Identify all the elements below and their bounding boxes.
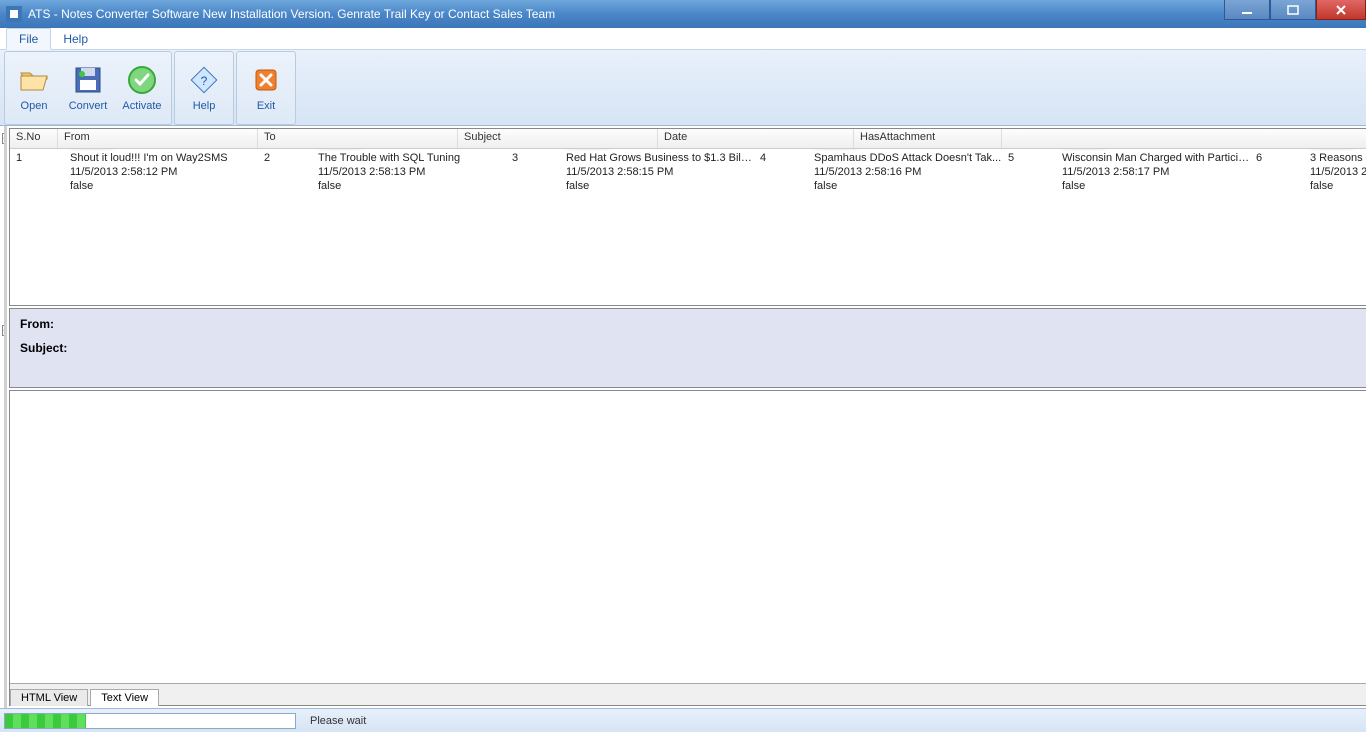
tab-text-view[interactable]: Text View (90, 689, 159, 706)
email-list-header[interactable]: S.No From To Subject Date HasAttachment (10, 129, 1366, 149)
cell-sno: 6 (1250, 151, 1298, 165)
main-area: −ATS - Notes Converter SoftwareTrashSent… (0, 126, 1366, 708)
cell-date: 11/5/2013 2:58:15 PM (560, 165, 754, 179)
email-row[interactable]: 2"Database Daily" redactedThe Trouble wi… (258, 149, 1366, 166)
cell-sno: 1 (10, 151, 58, 165)
col-sno[interactable]: S.No (10, 129, 58, 148)
cell-from: "IT News Daily" redactedSpamhaus DDoS At… (802, 149, 1002, 194)
convert-button[interactable]: Convert (61, 54, 115, 122)
view-tabs: HTML View Text View (10, 683, 1366, 705)
cell-sno: 3 (506, 151, 554, 165)
col-from[interactable]: From (58, 129, 258, 148)
menu-file[interactable]: File (6, 28, 51, 50)
cell-date: 11/5/2013 2:58:17 PM (1056, 165, 1250, 179)
cell-subject: 3 Reasons Businesses Stop Growing (1304, 151, 1366, 165)
status-bar: Please wait (0, 708, 1366, 732)
menu-bar: File Help (0, 28, 1366, 50)
status-text: Please wait (310, 715, 366, 727)
help-button[interactable]: ? Help (177, 54, 231, 122)
cell-sno: 2 (258, 151, 306, 165)
col-date[interactable]: Date (658, 129, 854, 148)
ribbon-toolbar: Open Convert Activate ? Help Exit (0, 50, 1366, 126)
help-diamond-icon: ? (188, 64, 220, 96)
open-label: Open (21, 100, 48, 112)
svg-text:?: ? (201, 74, 208, 88)
cell-att: false (560, 179, 708, 193)
cell-to: redacted (64, 149, 258, 151)
cell-to: redacted (1304, 149, 1366, 151)
col-subject[interactable]: Subject (458, 129, 658, 148)
cell-to: redacted (560, 149, 754, 151)
open-button[interactable]: Open (7, 54, 61, 122)
body-content[interactable] (10, 391, 1366, 683)
convert-label: Convert (69, 100, 108, 112)
cell-subject: Wisconsin Man Charged with Particip... (1056, 151, 1250, 165)
folder-tree-sidebar[interactable]: −ATS - Notes Converter SoftwareTrashSent… (0, 126, 7, 708)
cell-att: false (1304, 179, 1366, 193)
cell-sno: 4 (754, 151, 802, 165)
body-viewer: HTML View Text View (9, 390, 1366, 706)
cell-subject: The Trouble with SQL Tuning (312, 151, 506, 165)
preview-subject-label: Subject: (20, 341, 67, 355)
progress-bar (4, 713, 296, 729)
cell-sno: 5 (1002, 151, 1050, 165)
preview-header: From: Date: Subject: (9, 308, 1366, 388)
cell-date: 11/5/2013 2:58:18 PM (1304, 165, 1366, 179)
progress-fill (5, 714, 86, 728)
exit-label: Exit (257, 100, 275, 112)
cell-date: 11/5/2013 2:58:12 PM (64, 165, 258, 179)
col-to[interactable]: To (258, 129, 458, 148)
email-row[interactable]: 4"IT News Daily" redactedSpamhaus DDoS A… (754, 149, 1366, 166)
menu-help[interactable]: Help (51, 28, 100, 49)
cell-subject: Spamhaus DDoS Attack Doesn't Tak... (808, 151, 1002, 165)
window-controls (1224, 0, 1366, 28)
titlebar: ATS - Notes Converter Software New Insta… (0, 0, 1366, 28)
close-button[interactable] (1316, 0, 1366, 20)
cell-from: "Database Daily" redactedThe Trouble wit… (306, 149, 506, 194)
maximize-button[interactable] (1270, 0, 1316, 20)
cell-att: false (64, 179, 212, 193)
exit-icon (250, 64, 282, 96)
tab-html-view[interactable]: HTML View (10, 689, 88, 706)
help-label: Help (193, 100, 216, 112)
floppy-convert-icon (72, 64, 104, 96)
cell-date: 11/5/2013 2:58:13 PM (312, 165, 506, 179)
cell-att: false (1056, 179, 1204, 193)
email-row[interactable]: 6"Small Business Tech Daily" redacted3 R… (1250, 149, 1366, 166)
cell-from: "Security Daily" redactedWisconsin Man C… (1050, 149, 1250, 194)
cell-subject: Red Hat Grows Business to $1.3 Billio... (560, 151, 754, 165)
cell-date: 11/5/2013 2:58:16 PM (808, 165, 1002, 179)
email-row[interactable]: 5"Security Daily" redactedWisconsin Man … (1002, 149, 1366, 166)
cell-from: "IT Management Daily" redactedRed Hat Gr… (554, 149, 754, 194)
cell-to: redacted (808, 149, 1002, 151)
col-hasattachment[interactable]: HasAttachment (854, 129, 1002, 148)
check-circle-icon (126, 64, 158, 96)
folder-open-icon (18, 64, 50, 96)
content-pane: S.No From To Subject Date HasAttachment … (7, 126, 1366, 708)
cell-att: false (312, 179, 460, 193)
email-row[interactable]: 3"IT Management Daily" redactedRed Hat G… (506, 149, 1366, 166)
cell-to: redacted (312, 149, 506, 151)
cell-subject: Shout it loud!!! I'm on Way2SMS (64, 151, 258, 165)
exit-button[interactable]: Exit (239, 54, 293, 122)
preview-from-label: From: (20, 317, 54, 331)
cell-from: Way2Sms Team redactedShout it loud!!! I'… (58, 149, 258, 194)
cell-from: "Small Business Tech Daily" redacted3 Re… (1298, 149, 1366, 194)
cell-to: redacted (1056, 149, 1250, 151)
email-list[interactable]: S.No From To Subject Date HasAttachment … (9, 128, 1366, 306)
app-icon (6, 6, 22, 22)
minimize-button[interactable] (1224, 0, 1270, 20)
email-row[interactable]: 1Way2Sms Team redactedShout it loud!!! I… (10, 149, 1366, 166)
window-title: ATS - Notes Converter Software New Insta… (28, 7, 1224, 21)
cell-att: false (808, 179, 956, 193)
activate-label: Activate (122, 100, 161, 112)
activate-button[interactable]: Activate (115, 54, 169, 122)
